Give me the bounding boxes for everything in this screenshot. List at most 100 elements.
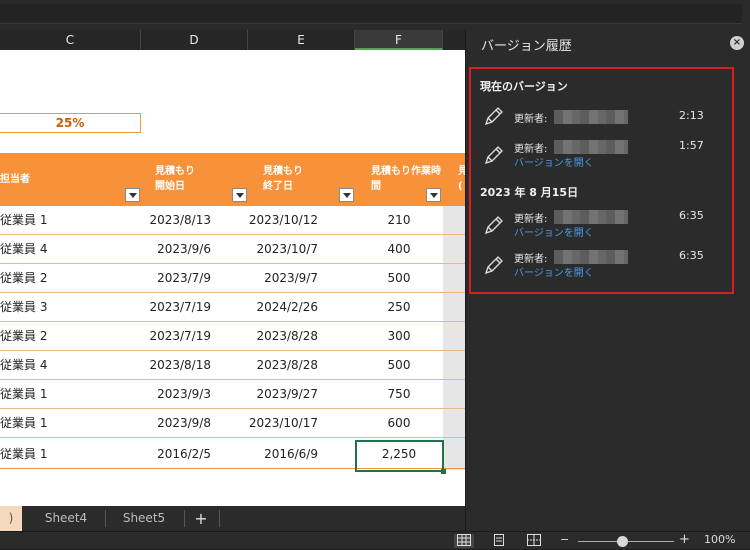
cell-end-date[interactable]: 2023/9/7 [248,264,318,293]
column-header-g[interactable] [443,30,465,50]
cell-start-date[interactable]: 2016/2/5 [141,440,211,469]
redacted-user-name [554,110,628,124]
cell-start-date[interactable]: 2023/7/19 [141,293,211,322]
header-next-line1: 見 [458,166,465,177]
cell-hours[interactable]: 210 [356,206,442,235]
version-updater-label: 更新者: [514,114,548,125]
cell-hours[interactable]: 300 [356,322,442,351]
cell-end-date[interactable]: 2023/10/17 [248,409,318,438]
open-version-link[interactable]: バージョンを開く [514,154,594,169]
close-icon[interactable]: × [730,36,744,50]
cell-hours[interactable]: 500 [356,351,442,380]
header-hours-line1: 見積もり作業時 [371,166,441,177]
open-version-link[interactable]: バージョンを開く [514,264,594,279]
tab-sheet4[interactable]: Sheet4 [29,506,103,531]
table-row[interactable]: 従業員 1 2023/9/8 2023/10/17 600 [0,409,465,438]
column-header-d[interactable]: D [141,30,248,50]
cell-end-date[interactable]: 2023/10/12 [248,206,318,235]
cell-hours[interactable]: 500 [356,264,442,293]
cell-start-date[interactable]: 2023/7/19 [141,322,211,351]
version-updater-label: 更新者: [514,144,548,155]
cell-end-date[interactable]: 2016/6/9 [248,440,318,469]
column-header-e[interactable]: E [248,30,355,50]
column-header-f[interactable]: F [355,30,443,50]
table-row[interactable]: 従業員 1 2023/8/13 2023/10/12 210 [0,206,465,235]
pencil-icon [484,146,503,165]
redacted-user-name [554,250,628,264]
header-start-line1: 見積もり [155,166,195,177]
header-end-line1: 見積もり [263,166,303,177]
cell-assignee[interactable]: 従業員 2 [0,264,60,293]
normal-view-icon[interactable] [454,534,474,548]
cell-assignee[interactable]: 従業員 1 [0,440,60,469]
cell-start-date[interactable]: 2023/7/9 [141,264,211,293]
cell-end-date[interactable]: 2023/9/27 [248,380,318,409]
header-start-line2: 開始日 [155,181,185,192]
cell-start-date[interactable]: 2023/9/6 [141,235,211,264]
cell-assignee[interactable]: 従業員 2 [0,322,60,351]
table-row[interactable]: 従業員 4 2023/9/6 2023/10/7 400 [0,235,465,264]
zoom-slider-knob[interactable] [617,536,628,547]
redacted-user-name [554,140,628,154]
cell-assignee[interactable]: 従業員 3 [0,293,60,322]
table-row[interactable]: 従業員 1 2023/9/3 2023/9/27 750 [0,380,465,409]
filter-dropdown-icon[interactable] [426,188,441,202]
worksheet-grid[interactable]: C D E F 25% 担当者 見積もり 開始日 見積もり 終了日 見積もり作業… [0,30,465,506]
table-row[interactable]: 従業員 3 2023/7/19 2024/2/26 250 [0,293,465,322]
cell-end-date[interactable]: 2023/8/28 [248,351,318,380]
cell-assignee[interactable]: 従業員 4 [0,351,60,380]
pencil-icon [484,256,503,275]
header-end-line2: 終了日 [263,181,293,192]
version-updater-label: 更新者: [514,254,548,265]
table-row[interactable]: 従業員 2 2023/7/9 2023/9/7 500 [0,264,465,293]
header-next-line2: ( [458,181,463,192]
tab-sheet5[interactable]: Sheet5 [107,506,181,531]
table-row[interactable]: 従業員 4 2023/8/18 2023/8/28 500 [0,351,465,380]
tab-divider [184,510,185,527]
cell-assignee[interactable]: 従業員 1 [0,380,60,409]
formula-input[interactable] [0,4,742,24]
cell-assignee[interactable]: 従業員 1 [0,206,60,235]
cell-end-date[interactable]: 2023/10/7 [248,235,318,264]
cell-end-date[interactable]: 2024/2/26 [248,293,318,322]
cell-hours[interactable]: 600 [356,409,442,438]
version-time: 1:57 [679,139,704,152]
formula-bar-area [0,0,750,30]
zoom-level[interactable]: 100% [704,533,735,546]
version-time: 6:35 [679,209,704,222]
open-version-link[interactable]: バージョンを開く [514,224,594,239]
table-row[interactable]: 従業員 2 2023/7/19 2023/8/28 300 [0,322,465,351]
page-layout-view-icon[interactable] [489,534,509,548]
tab-divider [105,510,106,527]
cell-hours[interactable]: 250 [356,293,442,322]
redacted-user-name [554,210,628,224]
cell-hours[interactable]: 750 [356,380,442,409]
filter-dropdown-icon[interactable] [339,188,354,202]
zoom-in-button[interactable]: + [679,532,690,547]
page-break-view-icon[interactable] [524,534,544,548]
cell-start-date[interactable]: 2023/9/3 [141,380,211,409]
cell-assignee[interactable]: 従業員 4 [0,235,60,264]
date-section-heading: 2023 年 8 月15日 [480,186,579,199]
cell-assignee[interactable]: 従業員 1 [0,409,60,438]
cell-end-date[interactable]: 2023/8/28 [248,322,318,351]
tab-current-sheet[interactable]: ) [0,506,22,531]
cell-hours[interactable]: 400 [356,235,442,264]
zoom-out-button[interactable]: − [560,533,569,546]
status-bar: − + 100% [0,531,750,549]
add-sheet-button[interactable]: + [186,506,216,531]
filter-dropdown-icon[interactable] [232,188,247,202]
filter-dropdown-icon[interactable] [125,188,140,202]
cell-start-date[interactable]: 2023/8/18 [141,351,211,380]
table-header-row: 担当者 見積もり 開始日 見積もり 終了日 見積もり作業時 間 見 ( [0,153,465,206]
column-header-c[interactable]: C [0,30,141,50]
version-updater-label: 更新者: [514,214,548,225]
progress-percent-cell[interactable]: 25% [0,113,141,133]
selected-cell-border [355,440,446,474]
current-version-heading: 現在のバージョン [480,80,568,93]
pencil-icon [484,107,503,126]
cell-start-date[interactable]: 2023/8/13 [141,206,211,235]
cell-start-date[interactable]: 2023/9/8 [141,409,211,438]
sheet-tab-bar: ) Sheet4 Sheet5 + [0,506,465,531]
version-time: 6:35 [679,249,704,262]
